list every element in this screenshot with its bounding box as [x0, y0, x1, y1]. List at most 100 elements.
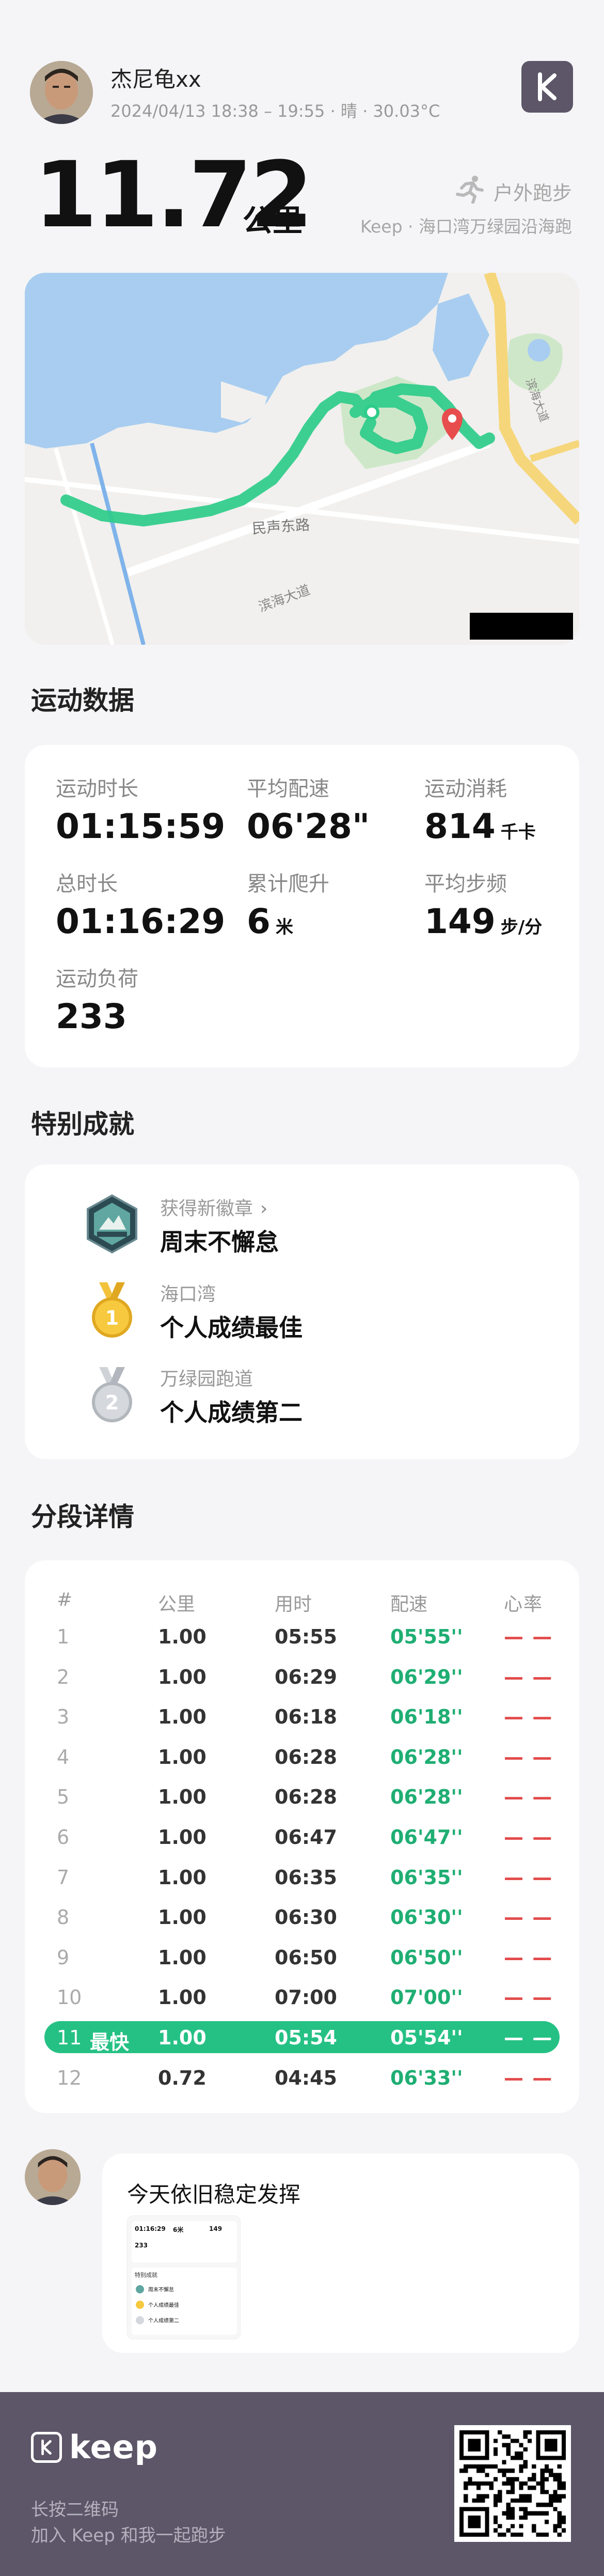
comment-card: 今天依旧稳定发挥 01:16:29 6米 149 233 特别成就 周末不懈怠 …	[102, 2153, 579, 2353]
split-pace: 06'30''	[390, 1906, 463, 1929]
footer: keep 长按二维码 加入 Keep 和我一起跑步	[0, 2392, 604, 2576]
table-row: 2 1.00 06:29 06'29'' — —	[25, 1661, 579, 1693]
split-idx: 2	[57, 1666, 70, 1688]
achievements-title: 特别成就	[31, 1109, 134, 1139]
split-hr: — —	[504, 1826, 553, 1849]
footer-qr-hint: 长按二维码	[31, 2500, 119, 2520]
route-name: Keep · 海口湾万绿园沿海跑	[360, 216, 572, 237]
stat-calories: 运动消耗 814 千卡	[424, 777, 536, 846]
table-row: 8 1.00 06:30 06'30'' — —	[25, 1901, 579, 1933]
splits-title: 分段详情	[31, 1502, 134, 1532]
chevron-right-icon: ›	[260, 1198, 268, 1219]
table-row: 6 1.00 06:47 06'47'' — —	[25, 1821, 579, 1853]
achievement-title: 个人成绩最佳	[160, 1314, 303, 1342]
split-hr: — —	[504, 1666, 553, 1688]
split-km: 1.00	[158, 1705, 206, 1728]
split-idx: 10	[57, 1986, 82, 2009]
split-time: 05:54	[275, 2026, 337, 2049]
table-row: 10 1.00 07:00 07'00'' — —	[25, 1981, 579, 2013]
split-km: 1.00	[158, 1625, 206, 1648]
table-row: 5 1.00 06:28 06'28'' — —	[25, 1780, 579, 1812]
sport-type-label: 户外跑步	[493, 182, 572, 205]
split-time: 06:50	[275, 1946, 337, 1969]
split-idx: 11	[57, 2026, 82, 2049]
split-pace: 06'28''	[390, 1786, 463, 1808]
sport-type: 户外跑步	[454, 175, 572, 208]
split-hr: — —	[504, 1786, 553, 1808]
comment-avatar[interactable]	[25, 2149, 81, 2205]
split-pace: 06'47''	[390, 1826, 463, 1849]
keep-logo-icon	[521, 61, 573, 113]
split-km: 1.00	[158, 1746, 206, 1768]
split-idx: 12	[57, 2067, 82, 2089]
split-pace: 06'28''	[390, 1746, 463, 1768]
split-idx: 5	[57, 1786, 70, 1808]
stat-load: 运动负荷 233	[56, 967, 138, 1036]
achievement-title: 个人成绩第二	[160, 1399, 303, 1426]
stats-card: 运动时长 01:15:59 平均配速 06'28" 运动消耗 814 千卡 总时长…	[25, 745, 579, 1067]
achievement-title: 周末不懈怠	[160, 1228, 279, 1256]
split-time: 06:28	[275, 1786, 337, 1808]
split-pace: 06'35''	[390, 1866, 463, 1889]
split-idx: 8	[57, 1906, 70, 1929]
split-idx: 6	[57, 1826, 70, 1849]
splits-header: # 公里 用时 配速 心率	[57, 1589, 544, 1615]
split-idx: 7	[57, 1866, 70, 1889]
split-pace: 06'50''	[390, 1946, 463, 1969]
redaction-box	[470, 613, 573, 640]
achievement-small-label: 万绿园跑道	[160, 1369, 253, 1390]
split-km: 1.00	[158, 1986, 206, 2009]
table-row: 9 1.00 06:50 06'50'' — —	[25, 1941, 579, 1973]
fastest-tag: 最快	[90, 2031, 130, 2054]
split-idx: 3	[57, 1705, 70, 1728]
gold-medal-icon: 1	[82, 1279, 142, 1340]
split-time: 06:28	[275, 1746, 337, 1768]
split-hr: — —	[504, 1866, 553, 1889]
map-label-street: 民声东路	[251, 516, 311, 537]
stat-total-time: 总时长 01:16:29	[56, 872, 226, 941]
achievement-small-label: 海口湾	[160, 1284, 216, 1305]
keep-logo-icon	[31, 2431, 62, 2463]
user-name: 杰尼龟xx	[110, 67, 201, 92]
table-row: 12 0.72 04:45 06'33'' — —	[25, 2061, 579, 2093]
split-pace: 05'55''	[390, 1625, 463, 1648]
activity-meta: 2024/04/13 18:38 – 19:55 · 晴 · 30.03°C	[110, 101, 440, 121]
route-map[interactable]: 民声东路 滨海大道 滨海大道	[25, 273, 579, 645]
user-avatar[interactable]	[30, 61, 93, 124]
split-pace: 06'33''	[390, 2067, 463, 2089]
split-km: 1.00	[158, 1786, 206, 1808]
svg-text:1: 1	[105, 1307, 119, 1329]
split-hr: — —	[504, 2026, 553, 2049]
distance-unit: 公里	[243, 203, 303, 238]
stat-avg-pace: 平均配速 06'28"	[247, 777, 370, 846]
footer-brand: keep	[31, 2428, 158, 2466]
table-row: 4 1.00 06:28 06'28'' — —	[25, 1741, 579, 1773]
split-time: 06:30	[275, 1906, 337, 1929]
split-time: 06:35	[275, 1866, 337, 1889]
split-km: 1.00	[158, 1866, 206, 1889]
split-time: 06:18	[275, 1705, 337, 1728]
split-time: 06:47	[275, 1826, 337, 1849]
table-row: 11 1.00 05:54 05'54'' — — 最快	[25, 2021, 579, 2054]
split-hr: — —	[504, 1705, 553, 1728]
split-time: 07:00	[275, 1986, 337, 2009]
split-hr: — —	[504, 1986, 553, 2009]
split-idx: 4	[57, 1746, 70, 1768]
silver-medal-icon: 2	[82, 1364, 142, 1425]
split-km: 1.00	[158, 2026, 206, 2049]
comment-thumbnail[interactable]: 01:16:29 6米 149 233 特别成就 周末不懈怠 个人成绩最佳 个人…	[127, 2215, 241, 2339]
footer-invite-text: 加入 Keep 和我一起跑步	[31, 2525, 226, 2546]
table-row: 3 1.00 06:18 06'18'' — —	[25, 1700, 579, 1732]
split-km: 1.00	[158, 1906, 206, 1929]
split-idx: 9	[57, 1946, 70, 1969]
splits-card: # 公里 用时 配速 心率 1 1.00 05:55 05'55'' — — 2 1.00 0…	[25, 1560, 579, 2113]
split-pace: 07'00''	[390, 1986, 463, 2009]
split-time: 04:45	[275, 2067, 337, 2089]
table-row: 7 1.00 06:35 06'35'' — —	[25, 1861, 579, 1893]
split-km: 1.00	[158, 1946, 206, 1969]
table-row: 1 1.00 05:55 05'55'' — —	[25, 1620, 579, 1652]
svg-text:2: 2	[105, 1391, 119, 1414]
split-hr: — —	[504, 1946, 553, 1969]
qr-code-icon[interactable]	[454, 2425, 571, 2542]
achievements-card: 获得新徽章 › 周末不懈怠 1 海口湾 个人成绩最佳 2 万绿园跑道 个人成绩第二	[25, 1165, 579, 1459]
